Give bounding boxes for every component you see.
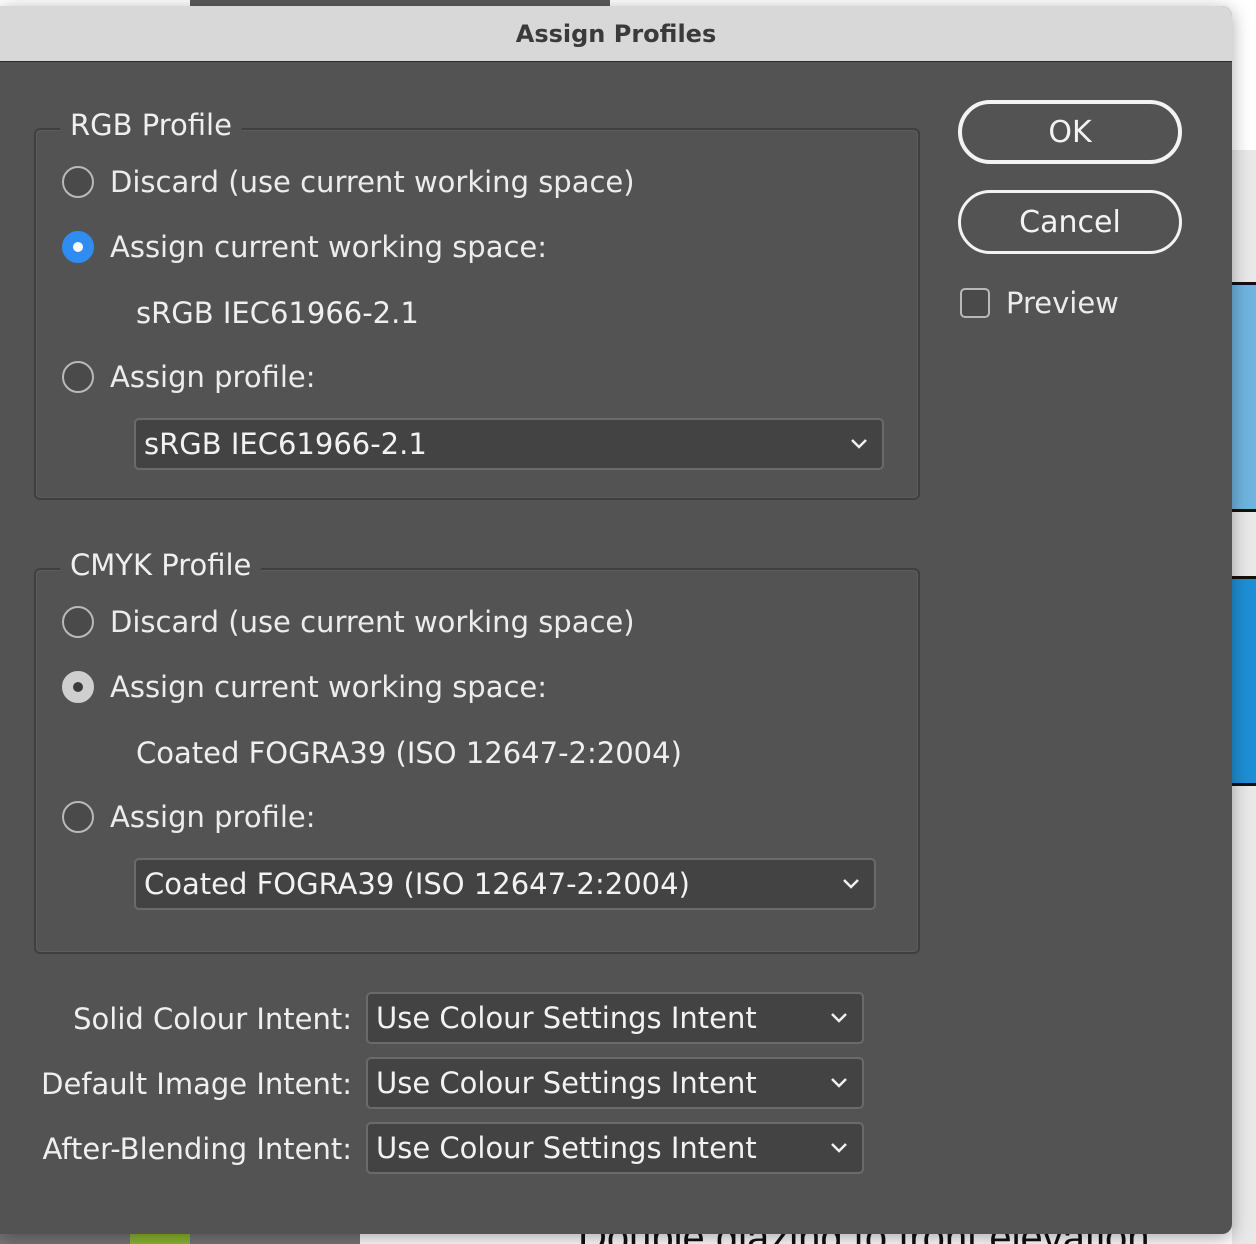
default-image-intent-select[interactable]: Use Colour Settings Intent — [366, 1057, 864, 1109]
rgb-discard-radio[interactable] — [62, 166, 94, 198]
assign-profiles-dialog: Assign Profiles RGB Profile Discard (use… — [0, 6, 1232, 1234]
after-blending-intent-value: Use Colour Settings Intent — [376, 1131, 757, 1165]
rgb-profile-legend: RGB Profile — [60, 108, 242, 142]
after-blending-intent-label: After-Blending Intent: — [42, 1132, 352, 1166]
cmyk-profile-select[interactable]: Coated FOGRA39 (ISO 12647-2:2004) — [134, 858, 876, 910]
cmyk-discard-radio[interactable] — [62, 606, 94, 638]
preview-label: Preview — [1006, 286, 1119, 320]
rgb-assign-current-option[interactable]: Assign current working space: — [62, 230, 547, 264]
cmyk-discard-option[interactable]: Discard (use current working space) — [62, 605, 635, 639]
rgb-assign-current-label: Assign current working space: — [110, 230, 548, 264]
cancel-button[interactable]: Cancel — [958, 190, 1182, 254]
preview-option[interactable]: Preview — [960, 286, 1119, 320]
solid-colour-intent-label: Solid Colour Intent: — [73, 1002, 352, 1036]
cmyk-discard-label: Discard (use current working space) — [110, 605, 635, 639]
after-blending-intent-select[interactable]: Use Colour Settings Intent — [366, 1122, 864, 1174]
rgb-current-space: sRGB IEC61966-2.1 — [136, 296, 419, 330]
cmyk-current-space: Coated FOGRA39 (ISO 12647-2:2004) — [136, 736, 682, 770]
rgb-discard-option[interactable]: Discard (use current working space) — [62, 165, 635, 199]
default-image-intent-label: Default Image Intent: — [41, 1067, 352, 1101]
cmyk-assign-profile-option[interactable]: Assign profile: — [62, 800, 316, 834]
rgb-assign-profile-label: Assign profile: — [110, 360, 316, 394]
chevron-down-icon — [843, 879, 859, 889]
ok-button[interactable]: OK — [958, 100, 1182, 164]
cmyk-assign-profile-label: Assign profile: — [110, 800, 316, 834]
cmyk-assign-current-option[interactable]: Assign current working space: — [62, 670, 547, 704]
rgb-discard-label: Discard (use current working space) — [110, 165, 635, 199]
rgb-assign-current-radio[interactable] — [62, 231, 94, 263]
cmyk-assign-profile-radio[interactable] — [62, 801, 94, 833]
rgb-profile-group: RGB Profile Discard (use current working… — [34, 108, 920, 500]
cmyk-profile-group: CMYK Profile Discard (use current workin… — [34, 548, 920, 954]
rgb-assign-profile-option[interactable]: Assign profile: — [62, 360, 316, 394]
solid-colour-intent-value: Use Colour Settings Intent — [376, 1001, 757, 1035]
cmyk-profile-select-value: Coated FOGRA39 (ISO 12647-2:2004) — [144, 867, 690, 901]
cmyk-profile-legend: CMYK Profile — [60, 548, 262, 582]
chevron-down-icon — [831, 1078, 847, 1088]
chevron-down-icon — [851, 439, 867, 449]
chevron-down-icon — [831, 1013, 847, 1023]
dialog-title: Assign Profiles — [0, 6, 1232, 62]
rgb-assign-profile-radio[interactable] — [62, 361, 94, 393]
background-image-blue — [1232, 282, 1256, 512]
chevron-down-icon — [831, 1143, 847, 1153]
background-image-green — [130, 1234, 190, 1244]
rgb-profile-select[interactable]: sRGB IEC61966-2.1 — [134, 418, 884, 470]
cmyk-assign-current-radio[interactable] — [62, 671, 94, 703]
cmyk-assign-current-label: Assign current working space: — [110, 670, 548, 704]
preview-checkbox[interactable] — [960, 288, 990, 318]
background-image-blue-2 — [1232, 576, 1256, 786]
default-image-intent-value: Use Colour Settings Intent — [376, 1066, 757, 1100]
solid-colour-intent-select[interactable]: Use Colour Settings Intent — [366, 992, 864, 1044]
rgb-profile-select-value: sRGB IEC61966-2.1 — [144, 427, 427, 461]
